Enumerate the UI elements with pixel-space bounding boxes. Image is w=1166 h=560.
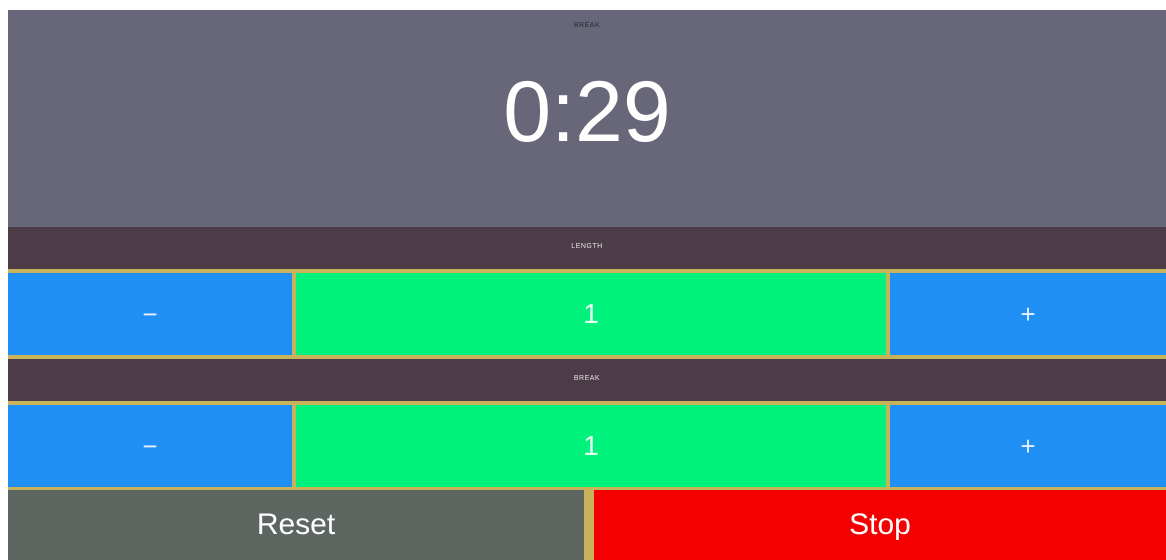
timer-mode-label: BREAK [573,22,601,29]
break-value: 1 [296,405,886,487]
timer-display: 0:29 [503,64,671,160]
length-decrement-button[interactable]: − [8,273,292,355]
break-decrement-button[interactable]: − [8,405,292,487]
break-label: BREAK [573,375,601,382]
length-section-header: LENGTH [8,227,1166,269]
length-increment-button[interactable]: + [890,273,1166,355]
length-label: LENGTH [571,243,603,250]
length-stepper: − 1 + [8,273,1166,355]
break-stepper: − 1 + [8,405,1166,487]
break-increment-button[interactable]: + [890,405,1166,487]
length-value: 1 [296,273,886,355]
reset-button[interactable]: Reset [8,490,584,560]
timer-panel: BREAK 0:29 [8,10,1166,227]
stop-button[interactable]: Stop [594,490,1166,560]
break-section-header: BREAK [8,359,1166,401]
app-container: BREAK 0:29 LENGTH − 1 + BREAK − 1 + Rese… [8,10,1166,560]
